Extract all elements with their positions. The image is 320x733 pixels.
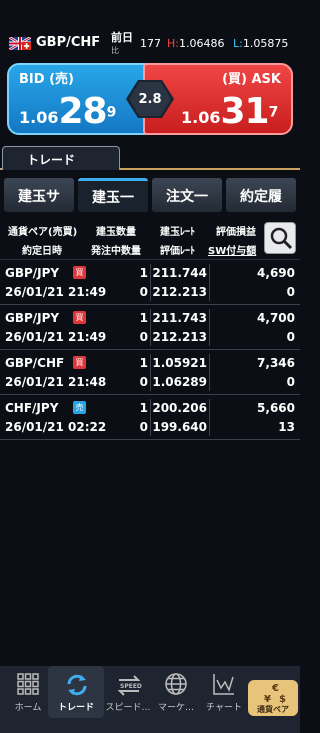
nav-trade-label: トレード <box>57 703 94 713</box>
table-header: 通貨ペア(売買) 約定日時 建玉数量 発注中数量 建玉ﾚｰﾄ 評価ﾚｰﾄ 評価損… <box>0 218 300 260</box>
svg-text:$: $ <box>279 694 286 704</box>
speed-icon: SPEED <box>117 675 142 696</box>
row-rate: 211.744 <box>152 266 207 280</box>
table-row[interactable]: GBP/JPY 買 26/01/21 21:49 1 0 211.743 212.213 4,… <box>0 305 300 350</box>
col-contract-time[interactable]: 約定日時 <box>22 242 62 257</box>
row-pair: GBP/CHF <box>5 356 65 370</box>
row-pair: GBP/JPY <box>5 266 60 280</box>
col-position-rate[interactable]: 建玉ﾚｰﾄ <box>160 223 195 238</box>
prev-day-sub: 比 <box>111 46 119 55</box>
sub-tabs: 建玉サ 建玉一 注文一 約定履 <box>0 172 300 212</box>
row-pending: 0 <box>139 285 148 299</box>
side-badge: 買 <box>73 311 86 324</box>
row-rate: 1.05921 <box>152 356 207 370</box>
nav-chart-label: チャート <box>206 703 242 713</box>
row-eval-rate: 199.640 <box>152 420 207 434</box>
side-badge: 買 <box>73 356 86 369</box>
row-pending: 0 <box>139 330 148 344</box>
nav-chart[interactable]: チャート <box>196 666 252 718</box>
row-qty: 1 <box>139 266 148 280</box>
quote-header: GBP/CHF 前日 比 177 H:1.06486 L:1.05875 <box>0 0 300 60</box>
currency-icon: € ¥ $ <box>264 683 286 704</box>
bid-price: 1.06289 <box>19 91 117 132</box>
currency-pair-button[interactable]: € ¥ $ 通貨ペア <box>248 680 298 716</box>
currency-pair-label: 通貨ペア <box>257 705 289 714</box>
search-icon <box>270 227 293 250</box>
row-qty: 1 <box>139 311 148 325</box>
table-row[interactable]: CHF/JPY 売 26/01/21 02:22 1 0 200.206 199.640 5,… <box>0 395 300 440</box>
change-value: 177 <box>140 37 161 50</box>
refresh-icon <box>67 674 87 696</box>
row-divider <box>209 399 210 436</box>
row-eval-rate: 212.213 <box>152 285 207 299</box>
row-eval-rate: 1.06289 <box>152 375 207 389</box>
side-badge: 売 <box>73 401 86 414</box>
tab-position-list[interactable]: 建玉一 <box>78 178 148 212</box>
row-qty: 1 <box>139 356 148 370</box>
chart-icon <box>213 674 234 695</box>
bid-label: BID (売) <box>19 72 74 87</box>
grid-icon <box>17 673 39 695</box>
row-swap: 0 <box>286 375 295 389</box>
row-pnl: 4,690 <box>257 266 295 280</box>
row-rate: 200.206 <box>152 401 207 415</box>
trade-tab[interactable]: トレード <box>2 146 120 170</box>
low-price: L:1.05875 <box>233 37 289 50</box>
search-button[interactable] <box>264 222 296 254</box>
row-pending: 0 <box>139 420 148 434</box>
row-qty: 1 <box>139 401 148 415</box>
col-position-qty[interactable]: 建玉数量 <box>96 223 136 238</box>
row-pnl: 5,660 <box>257 401 295 415</box>
high-price: H:1.06486 <box>167 37 225 50</box>
uk-flag-icon <box>9 37 31 50</box>
row-divider <box>150 309 151 346</box>
ask-price: 1.06317 <box>181 91 279 132</box>
row-pending: 0 <box>139 375 148 389</box>
svg-text:¥: ¥ <box>264 694 271 704</box>
row-pair: CHF/JPY <box>5 401 59 415</box>
row-divider <box>209 354 210 391</box>
row-swap: 0 <box>286 330 295 344</box>
col-swap[interactable]: SW付与額 <box>208 242 256 257</box>
nav-trade[interactable]: トレード <box>48 666 104 718</box>
table-row[interactable]: GBP/JPY 買 26/01/21 21:49 1 0 211.744 212.213 4,… <box>0 260 300 305</box>
col-pnl[interactable]: 評価損益 <box>216 223 256 238</box>
globe-icon <box>165 673 187 695</box>
row-datetime: 26/01/21 21:48 <box>5 375 107 389</box>
row-datetime: 26/01/21 02:22 <box>5 420 107 434</box>
table-row[interactable]: GBP/CHF 買 26/01/21 21:48 1 0 1.05921 1.06289 7,… <box>0 350 300 395</box>
side-badge: 買 <box>73 266 86 279</box>
row-divider <box>209 264 210 301</box>
row-divider <box>150 264 151 301</box>
row-eval-rate: 212.213 <box>152 330 207 344</box>
row-rate: 211.743 <box>152 311 207 325</box>
prev-day-label: 前日 <box>111 31 133 44</box>
currency-pair-title[interactable]: GBP/CHF <box>36 35 100 50</box>
row-pnl: 7,346 <box>257 356 295 370</box>
row-divider <box>150 399 151 436</box>
svg-text:€: € <box>271 683 279 694</box>
row-datetime: 26/01/21 21:49 <box>5 330 107 344</box>
tab-order-list[interactable]: 注文一 <box>152 178 222 212</box>
row-datetime: 26/01/21 21:49 <box>5 285 107 299</box>
ask-label: (買) ASK <box>222 72 281 87</box>
col-pair-side[interactable]: 通貨ペア(売買) <box>8 223 77 238</box>
row-swap: 0 <box>286 285 295 299</box>
row-divider <box>209 309 210 346</box>
col-pending-qty[interactable]: 発注中数量 <box>91 242 141 257</box>
svg-text:SPEED: SPEED <box>120 683 142 690</box>
row-pnl: 4,700 <box>257 311 295 325</box>
row-pair: GBP/JPY <box>5 311 60 325</box>
row-divider <box>150 354 151 391</box>
tab-position-summary[interactable]: 建玉サ <box>4 178 74 212</box>
col-eval-rate[interactable]: 評価ﾚｰﾄ <box>160 242 195 257</box>
row-swap: 13 <box>278 420 295 434</box>
tab-execution-history[interactable]: 約定履 <box>226 178 296 212</box>
